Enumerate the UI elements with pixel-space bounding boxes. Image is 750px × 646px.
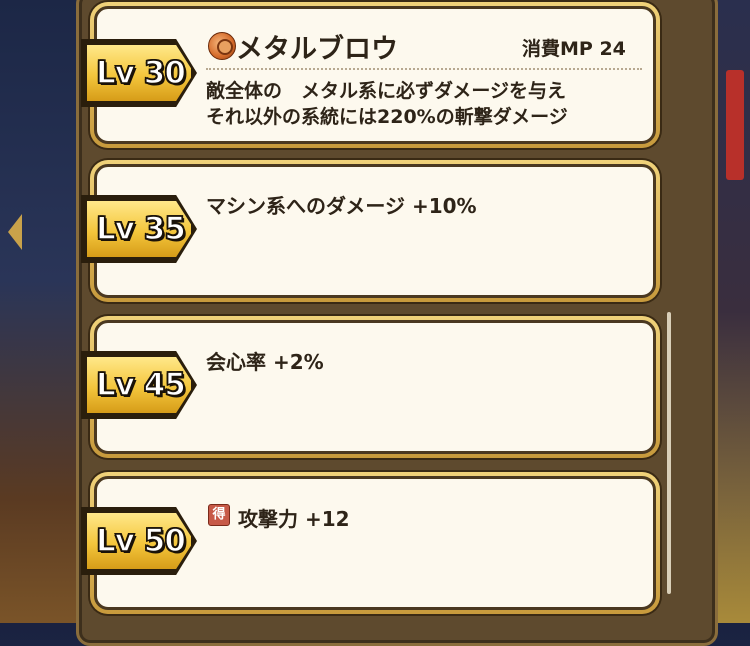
skill-description-line1: 敵全体の メタル系に必ずダメージを与え — [206, 80, 567, 102]
mp-cost: 消費MP 24 — [522, 38, 626, 60]
level-label: Lv 35 — [95, 210, 186, 248]
bonus-text: マシン系へのダメージ +10% — [206, 194, 477, 218]
divider — [206, 68, 642, 70]
background-pillar — [726, 70, 744, 180]
toku-icon: 得 — [208, 504, 230, 526]
level-label: Lv 45 — [95, 366, 186, 404]
level-label: Lv 50 — [95, 522, 186, 560]
orange-orb-icon — [208, 32, 236, 60]
skill-name: メタルブロウ — [236, 34, 398, 65]
skill-description-line2: それ以外の系統には220%の斬撃ダメージ — [206, 106, 568, 128]
level-label: Lv 30 — [95, 54, 186, 92]
bonus-text: 攻撃力 +12 — [238, 507, 350, 531]
bonus-text: 会心率 +2% — [206, 350, 324, 374]
prev-arrow-icon[interactable] — [8, 214, 22, 250]
scrollbar[interactable] — [667, 312, 671, 594]
